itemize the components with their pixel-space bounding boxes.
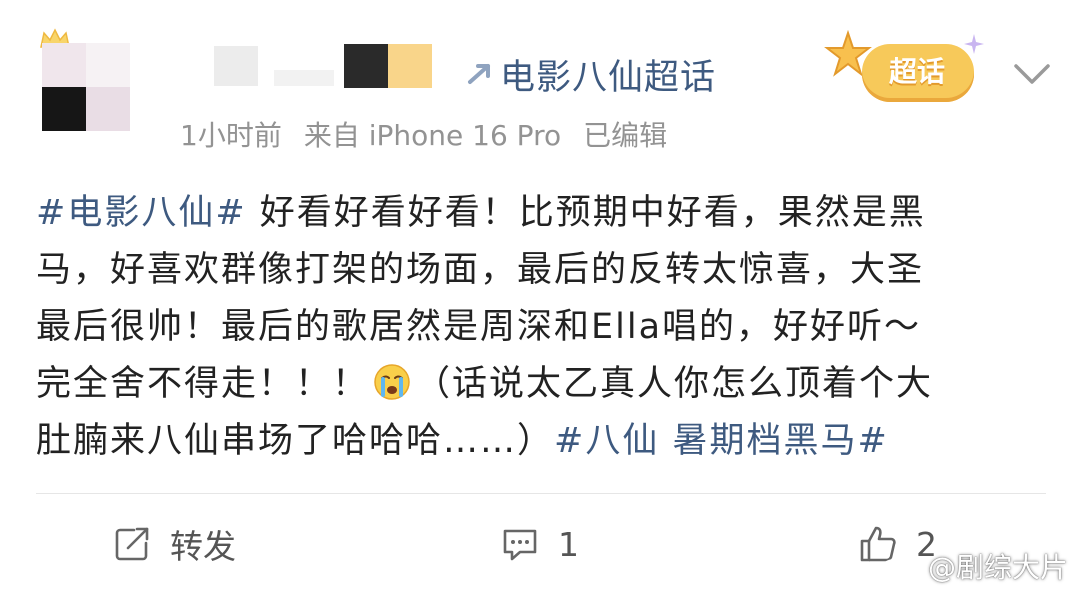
weibo-post-card: 电影八仙超话 超话 1小时前 来自 iPhone 16 Pro 已编辑 #电影八… (0, 0, 1080, 590)
supertopic-link[interactable]: 电影八仙超话 (466, 48, 716, 100)
post-body: #电影八仙# 好看好看好看！比预期中好看，果然是黑马，好喜欢群像打架的场面，最后… (36, 185, 1050, 470)
post-text-line: #电影八仙# 好看好看好看！比预期中好看，果然是黑 (36, 185, 1050, 242)
username-obscured[interactable] (214, 44, 464, 92)
post-source[interactable]: 来自 iPhone 16 Pro (304, 114, 561, 154)
hashtag-link[interactable]: #八仙 暑期档黑马# (554, 421, 889, 461)
chevron-down-icon[interactable] (1012, 56, 1052, 90)
username-mosaic-block (214, 46, 258, 86)
username-mosaic-block (344, 44, 388, 88)
post-text-segment: 肚腩来八仙串场了哈哈哈……） (36, 421, 555, 461)
watermark-text: @剧综大片 (927, 551, 1068, 584)
repost-button[interactable]: 转发 (112, 514, 236, 574)
username-mosaic-block (388, 44, 432, 88)
badge-label: 超话 (888, 55, 945, 88)
comment-icon (503, 529, 537, 561)
avatar[interactable] (40, 28, 130, 131)
hashtag-link[interactable]: #电影八仙# (36, 193, 247, 233)
post-text-line: 马，好喜欢群像打架的场面，最后的反转太惊喜，大圣 (36, 242, 1050, 299)
post-text-segment: 最后很帅！最后的歌居然是周深和Ella唱的，好好听～ (36, 307, 922, 347)
post-text-line: 肚腩来八仙串场了哈哈哈……）#八仙 暑期档黑马# (36, 413, 1050, 470)
comment-count: 1 (558, 524, 579, 564)
post-text-line: 完全舍不得走！！！ （话说太乙真人你怎么顶着个大 (36, 356, 1050, 413)
supertopic-badge[interactable]: 超话 (824, 30, 990, 106)
avatar-mosaic-block (86, 43, 130, 87)
repost-icon (115, 527, 149, 561)
username-mosaic-block (274, 70, 334, 86)
comment-button[interactable]: 1 (500, 514, 579, 574)
avatar-mosaic-block (42, 43, 86, 87)
post-text-segment: 马，好喜欢群像打架的场面，最后的反转太惊喜，大圣 (36, 250, 925, 290)
post-text-segment: 好看好看好看！比预期中好看，果然是黑 (246, 193, 926, 233)
watermark: @剧综大片 (878, 546, 1068, 586)
repost-label: 转发 (170, 527, 236, 566)
sparkle-icon (964, 34, 984, 54)
divider (36, 493, 1046, 494)
post-text-segment: 完全舍不得走！！！ (36, 364, 370, 404)
avatar-mosaic-block (86, 87, 130, 131)
crying-face-icon (374, 364, 410, 400)
post-text-segment: （话说太乙真人你怎么顶着个大 (415, 364, 934, 404)
edited-label[interactable]: 已编辑 (583, 114, 667, 154)
supertopic-link-label: 电影八仙超话 (500, 57, 717, 98)
post-time: 1小时前 (180, 119, 282, 152)
weibo-logo-icon (879, 552, 920, 582)
post-text-line: 最后很帅！最后的歌居然是周深和Ella唱的，好好听～ (36, 299, 1050, 356)
post-meta: 1小时前 来自 iPhone 16 Pro 已编辑 (180, 114, 667, 154)
supertopic-arrow-icon (468, 64, 490, 84)
avatar-mosaic-block (42, 87, 86, 131)
